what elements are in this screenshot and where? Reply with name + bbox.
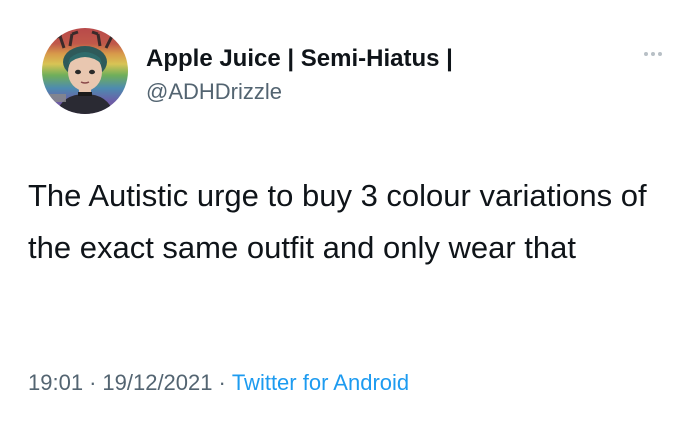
dot-icon (658, 52, 662, 56)
avatar[interactable] (42, 28, 128, 114)
dot-icon (644, 52, 648, 56)
dot-icon (651, 52, 655, 56)
separator: · (218, 370, 226, 395)
user-handle[interactable]: @ADHDrizzle (146, 78, 453, 106)
tweet-meta: 19:01 · 19/12/2021 · Twitter for Android (28, 368, 409, 398)
author-info: Apple Juice | Semi-Hiatus | @ADHDrizzle (146, 44, 453, 106)
tweet-time[interactable]: 19:01 (28, 370, 83, 395)
tweet-card: Apple Juice | Semi-Hiatus | @ADHDrizzle … (0, 0, 700, 433)
illustrated-avatar-icon (46, 29, 119, 114)
more-options-icon[interactable] (644, 52, 662, 56)
separator: · (89, 370, 97, 395)
tweet-text: The Autistic urge to buy 3 colour variat… (28, 178, 647, 265)
display-name[interactable]: Apple Juice | Semi-Hiatus | (146, 44, 453, 74)
tweet-date[interactable]: 19/12/2021 (102, 370, 212, 395)
tweet-source-link[interactable]: Twitter for Android (232, 370, 409, 395)
